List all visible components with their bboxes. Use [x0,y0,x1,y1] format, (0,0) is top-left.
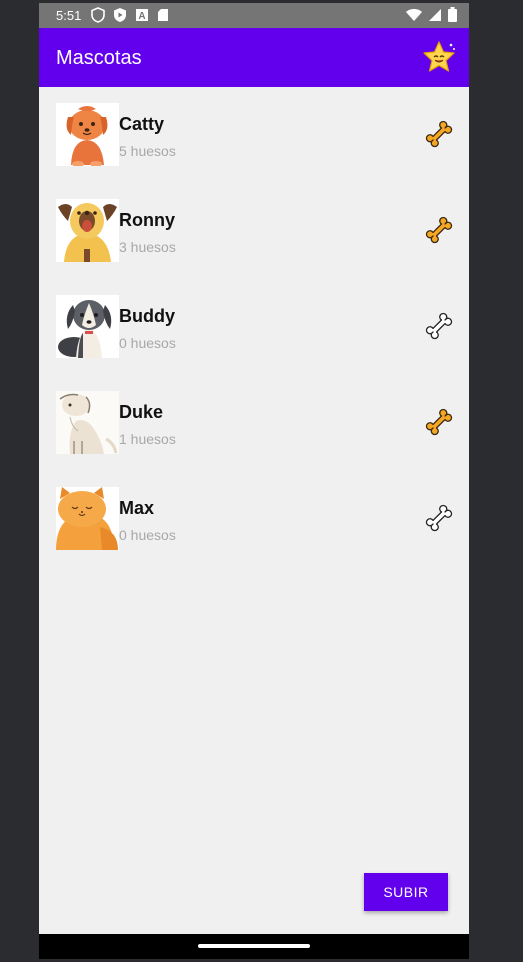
home-gesture-handle[interactable] [198,944,310,948]
pet-bone-count: 0 huesos [119,335,176,351]
pet-bone-count: 3 huesos [119,239,176,255]
navigation-bar [39,934,469,959]
bone-outline-icon[interactable] [425,504,453,532]
upload-button[interactable]: SUBIR [364,873,448,911]
pet-name: Ronny [119,210,175,230]
phone-screen: 5:51 A Mascotas Catty 5 huesos Ronny 3 h… [39,3,469,959]
orange-puppy-illustration [66,106,108,166]
pet-photo [56,487,119,550]
bone-outline-icon[interactable] [425,312,453,340]
pet-photo [56,295,119,358]
pet-name: Duke [119,402,164,422]
svg-text:A: A [138,11,145,22]
pet-item-catty[interactable]: Catty 5 huesos [39,87,469,183]
a-icon: A [136,9,148,22]
bone-filled-icon[interactable] [425,120,453,148]
bone-filled-icon[interactable] [425,408,453,436]
shield-icon [91,7,105,23]
gray-dog-illustration [58,300,112,358]
bone-filled-icon[interactable] [425,216,453,244]
pet-name: Catty [119,114,165,134]
pet-bone-count: 1 huesos [119,431,176,447]
pet-bone-count: 5 huesos [119,143,176,159]
app-bar: Mascotas [39,28,469,87]
status-bar: 5:51 A [39,3,469,28]
pet-bone-count: 0 huesos [119,527,176,543]
pet-item-ronny[interactable]: Ronny 3 huesos [39,183,469,279]
pet-photo [56,103,119,166]
play-protect-icon [114,8,126,22]
pet-item-max[interactable]: Max 0 huesos [39,471,469,567]
yellow-dog-illustration [58,203,117,262]
pet-name: Max [119,498,155,518]
wifi-icon [406,8,422,21]
pet-item-buddy[interactable]: Buddy 0 huesos [39,279,469,375]
status-time: 5:51 [56,8,82,23]
pet-photo [56,199,119,262]
pet-name: Buddy [119,306,175,326]
pet-photo [56,391,119,454]
orange-cat-illustration [56,487,119,550]
app-title: Mascotas [56,47,142,69]
pet-item-duke[interactable]: Duke 1 huesos [39,375,469,471]
sd-card-icon [158,9,168,21]
signal-icon [429,8,441,21]
battery-icon [448,7,457,22]
cream-dog-illustration [56,391,119,454]
star-icon[interactable] [421,40,457,74]
